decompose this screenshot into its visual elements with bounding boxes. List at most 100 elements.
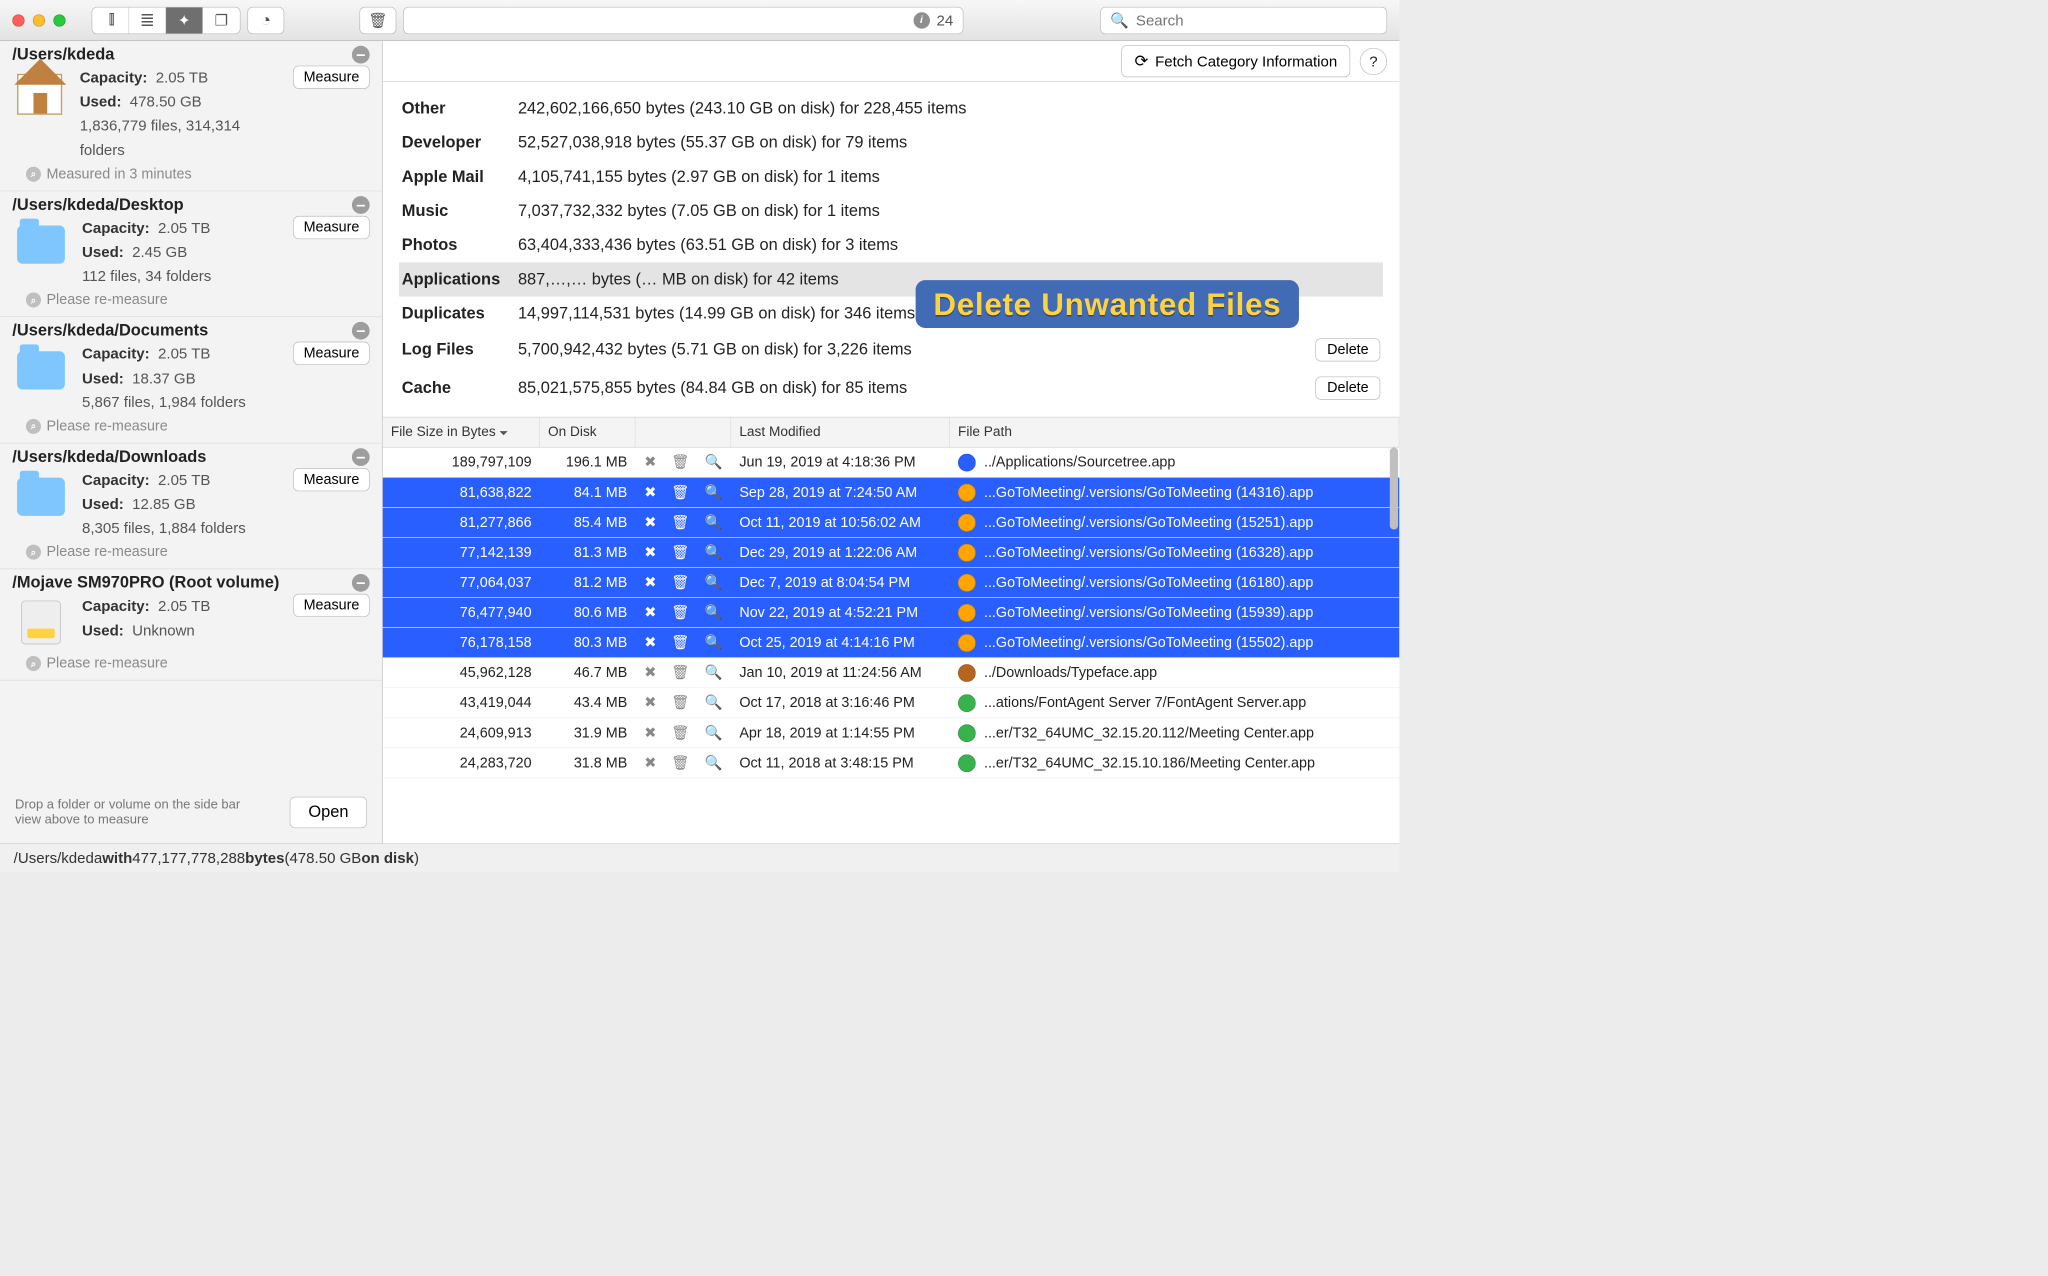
reveal-icon[interactable] bbox=[705, 574, 723, 590]
app-icon bbox=[958, 453, 976, 471]
trash-icon[interactable] bbox=[671, 725, 689, 741]
view-clean-button[interactable] bbox=[166, 7, 203, 33]
measure-button[interactable]: Measure bbox=[293, 216, 369, 239]
col-date[interactable]: Last Modified bbox=[731, 417, 950, 446]
trash-button[interactable] bbox=[359, 6, 396, 33]
search-input[interactable] bbox=[1136, 11, 1377, 29]
cell-size: 189,797,109 bbox=[383, 454, 540, 470]
cell-size: 43,419,044 bbox=[383, 695, 540, 711]
measure-button[interactable]: Measure bbox=[293, 342, 369, 365]
table-row[interactable]: 81,277,866 85.4 MB Oct 11, 2019 at 10:56… bbox=[383, 508, 1400, 538]
table-row[interactable]: 24,283,720 31.8 MB Oct 11, 2018 at 3:48:… bbox=[383, 748, 1400, 778]
remove-icon[interactable] bbox=[644, 574, 656, 591]
col-path[interactable]: File Path bbox=[950, 417, 1400, 446]
cell-date: Oct 25, 2019 at 4:14:16 PM bbox=[731, 634, 950, 650]
help-button[interactable]: ? bbox=[1360, 47, 1387, 74]
table-row[interactable]: 76,477,940 80.6 MB Nov 22, 2019 at 4:52:… bbox=[383, 598, 1400, 628]
trash-icon[interactable] bbox=[671, 574, 689, 590]
view-columns-button[interactable] bbox=[92, 7, 129, 33]
reveal-icon[interactable] bbox=[705, 725, 723, 741]
reveal-icon[interactable] bbox=[705, 484, 723, 500]
remove-volume-button[interactable]: – bbox=[352, 448, 370, 466]
minimize-window[interactable] bbox=[33, 14, 45, 26]
measure-button[interactable]: Measure bbox=[293, 468, 369, 491]
trash-icon[interactable] bbox=[671, 665, 689, 681]
pie-chart-button[interactable] bbox=[247, 6, 284, 33]
reveal-icon[interactable] bbox=[705, 544, 723, 560]
sidebar-volume[interactable]: /Users/kdeda/Downloads – Capacity: 2.05 … bbox=[0, 443, 382, 569]
remove-volume-button[interactable]: – bbox=[352, 196, 370, 214]
cell-path: ...GoToMeeting/.versions/GoToMeeting (15… bbox=[950, 513, 1400, 531]
reveal-icon[interactable] bbox=[705, 604, 723, 620]
delete-category-button[interactable]: Delete bbox=[1316, 376, 1381, 399]
cell-date: Jan 10, 2019 at 11:24:56 AM bbox=[731, 665, 950, 681]
trash-icon[interactable] bbox=[671, 454, 689, 470]
remove-icon[interactable] bbox=[644, 724, 656, 741]
measure-button[interactable]: Measure bbox=[293, 594, 369, 617]
open-button[interactable]: Open bbox=[290, 797, 367, 828]
category-row[interactable]: Log Files 5,700,942,432 bytes (5.71 GB o… bbox=[399, 331, 1383, 369]
sidebar-volume[interactable]: /Users/kdeda/Desktop – Capacity: 2.05 TB… bbox=[0, 191, 382, 317]
trash-icon[interactable] bbox=[671, 755, 689, 771]
category-row[interactable]: Developer 52,527,038,918 bytes (55.37 GB… bbox=[399, 126, 1383, 160]
table-row[interactable]: 77,142,139 81.3 MB Dec 29, 2019 at 1:22:… bbox=[383, 538, 1400, 568]
sidebar-volume[interactable]: /Mojave SM970PRO (Root volume) – Capacit… bbox=[0, 569, 382, 680]
trash-icon[interactable] bbox=[671, 604, 689, 620]
reveal-icon[interactable] bbox=[705, 695, 723, 711]
cell-date: Jun 19, 2019 at 4:18:36 PM bbox=[731, 454, 950, 470]
table-row[interactable]: 81,638,822 84.1 MB Sep 28, 2019 at 7:24:… bbox=[383, 478, 1400, 508]
table-row[interactable]: 43,419,044 43.4 MB Oct 17, 2018 at 3:16:… bbox=[383, 688, 1400, 718]
remove-volume-button[interactable]: – bbox=[352, 574, 370, 592]
category-row[interactable]: Apple Mail 4,105,741,155 bytes (2.97 GB … bbox=[399, 160, 1383, 194]
remove-icon[interactable] bbox=[644, 454, 656, 471]
category-row[interactable]: Cache 85,021,575,855 bytes (84.84 GB on … bbox=[399, 369, 1383, 407]
reveal-icon[interactable] bbox=[705, 514, 723, 530]
sidebar-volume[interactable]: /Users/kdeda – Capacity: 2.05 TB Used: 4… bbox=[0, 41, 382, 191]
category-row[interactable]: Other 242,602,166,650 bytes (243.10 GB o… bbox=[399, 92, 1383, 126]
category-row[interactable]: Photos 63,404,333,436 bytes (63.51 GB on… bbox=[399, 228, 1383, 262]
delete-category-button[interactable]: Delete bbox=[1316, 338, 1381, 361]
category-row[interactable]: Music 7,037,732,332 bytes (7.05 GB on di… bbox=[399, 194, 1383, 228]
remove-icon[interactable] bbox=[644, 694, 656, 711]
cell-path: ...GoToMeeting/.versions/GoToMeeting (14… bbox=[950, 483, 1400, 501]
cell-actions bbox=[635, 604, 731, 621]
table-row[interactable]: 76,178,158 80.3 MB Oct 25, 2019 at 4:14:… bbox=[383, 628, 1400, 658]
remove-icon[interactable] bbox=[644, 514, 656, 531]
reveal-icon[interactable] bbox=[705, 634, 723, 650]
cell-date: Nov 22, 2019 at 4:52:21 PM bbox=[731, 604, 950, 620]
remove-icon[interactable] bbox=[644, 544, 656, 561]
zoom-window[interactable] bbox=[53, 14, 65, 26]
trash-icon[interactable] bbox=[671, 484, 689, 500]
table-row[interactable]: 45,962,128 46.7 MB Jan 10, 2019 at 11:24… bbox=[383, 658, 1400, 688]
sidebar-volume[interactable]: /Users/kdeda/Documents – Capacity: 2.05 … bbox=[0, 317, 382, 443]
col-disk[interactable]: On Disk bbox=[540, 417, 636, 446]
reveal-icon[interactable] bbox=[705, 755, 723, 771]
remove-icon[interactable] bbox=[644, 604, 656, 621]
view-list-button[interactable] bbox=[129, 7, 166, 33]
reveal-icon[interactable] bbox=[705, 665, 723, 681]
table-row[interactable]: 24,609,913 31.9 MB Apr 18, 2019 at 1:14:… bbox=[383, 718, 1400, 748]
remove-icon[interactable] bbox=[644, 754, 656, 771]
table-row[interactable]: 77,064,037 81.2 MB Dec 7, 2019 at 8:04:5… bbox=[383, 568, 1400, 598]
trash-icon[interactable] bbox=[671, 544, 689, 560]
cell-disk: 84.1 MB bbox=[540, 484, 636, 500]
remove-volume-button[interactable]: – bbox=[352, 46, 370, 64]
remove-icon[interactable] bbox=[644, 664, 656, 681]
scrollbar[interactable] bbox=[1388, 448, 1398, 844]
measure-button[interactable]: Measure bbox=[293, 66, 369, 89]
view-stack-button[interactable] bbox=[203, 7, 240, 33]
trash-icon[interactable] bbox=[671, 634, 689, 650]
remove-icon[interactable] bbox=[644, 484, 656, 501]
cell-path: ...GoToMeeting/.versions/GoToMeeting (15… bbox=[950, 634, 1400, 652]
col-size[interactable]: File Size in Bytes bbox=[383, 417, 540, 446]
trash-icon[interactable] bbox=[671, 695, 689, 711]
cell-path: ...GoToMeeting/.versions/GoToMeeting (15… bbox=[950, 604, 1400, 622]
reveal-icon[interactable] bbox=[705, 454, 723, 470]
trash-icon[interactable] bbox=[671, 514, 689, 530]
fetch-category-button[interactable]: Fetch Category Information bbox=[1122, 45, 1351, 77]
search-field[interactable] bbox=[1100, 6, 1387, 33]
close-window[interactable] bbox=[12, 14, 24, 26]
remove-volume-button[interactable]: – bbox=[352, 322, 370, 340]
remove-icon[interactable] bbox=[644, 634, 656, 651]
table-row[interactable]: 189,797,109 196.1 MB Jun 19, 2019 at 4:1… bbox=[383, 448, 1400, 478]
